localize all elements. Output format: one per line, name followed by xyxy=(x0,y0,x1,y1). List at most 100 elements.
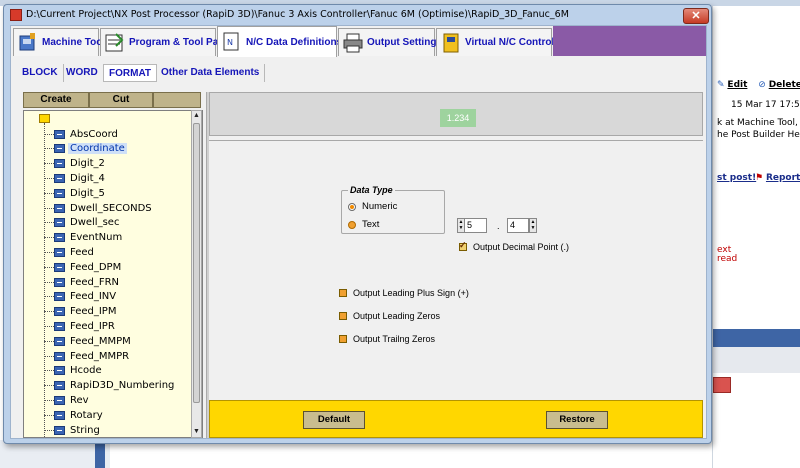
numeric-radio-row[interactable]: Numeric xyxy=(348,201,397,212)
format-node-icon xyxy=(54,144,65,154)
title-bar[interactable]: D:\Current Project\NX Post Processor (Ra… xyxy=(4,5,711,25)
tree-item[interactable]: Rotary xyxy=(44,408,105,422)
background-grey-band xyxy=(713,347,800,373)
subtab-other-data-elements[interactable]: Other Data Elements xyxy=(156,64,266,82)
default-button[interactable]: Default xyxy=(303,411,365,429)
numeric-radio[interactable] xyxy=(348,202,356,211)
close-button[interactable]: ✕ xyxy=(683,8,709,24)
tree-item[interactable]: Coordinate xyxy=(44,142,127,156)
leading-plus-checkbox[interactable] xyxy=(339,289,347,297)
format-tree[interactable]: AbsCoord Coordinate Digit_2 Digit_4 Digit_5 D… xyxy=(23,110,203,438)
text-radio[interactable] xyxy=(348,220,356,229)
tree-item-label: EventNum xyxy=(70,232,123,244)
tree-item[interactable]: Feed_MMPM xyxy=(44,334,133,348)
tree-item[interactable]: AbsCoord xyxy=(44,127,120,141)
output-decimal-point-label: Output Decimal Point (.) xyxy=(473,242,570,252)
tab-program-tool-path[interactable]: Program & Tool Path xyxy=(100,28,228,56)
decimal-spin-arrows[interactable]: ▲ ▼ xyxy=(529,218,537,233)
edit-link[interactable]: ✎ Edit ⊘ Delete xyxy=(717,80,800,90)
format-node-icon xyxy=(54,292,65,302)
tab-nc-data-definitions[interactable]: N N/C Data Definitions xyxy=(217,26,342,57)
tab-virtual-nc-controller[interactable]: Virtual N/C Controller xyxy=(436,28,567,56)
tree-item-label: Digit_5 xyxy=(70,187,105,199)
tree-item[interactable]: Feed_IPR xyxy=(44,319,117,333)
tree-item[interactable]: Feed_INV xyxy=(44,290,118,304)
integer-digits-spinner[interactable]: ▲ ▼ 5 xyxy=(457,218,487,233)
tree-item[interactable]: Feed_IPM xyxy=(44,305,118,319)
scroll-thumb[interactable] xyxy=(193,123,200,403)
restore-button[interactable]: Restore xyxy=(546,411,608,429)
leading-plus-row[interactable]: Output Leading Plus Sign (+) xyxy=(339,288,469,298)
tree-item[interactable]: EventNum xyxy=(44,231,124,245)
subtab-block[interactable]: BLOCK xyxy=(17,64,64,82)
output-decimal-point-row[interactable]: Output Decimal Point (.) xyxy=(459,240,570,252)
tree-scrollbar[interactable]: ▲ ▼ xyxy=(191,110,202,438)
machine-tool-icon xyxy=(17,32,39,54)
controller-icon xyxy=(440,32,462,54)
data-type-title: Data Type xyxy=(348,185,395,195)
tree-item[interactable]: Feed xyxy=(44,245,96,259)
integer-digits-value[interactable]: 5 xyxy=(465,218,487,233)
window-client-area: Machine Tool Program & Tool Path N N/C D… xyxy=(10,25,707,439)
subtab-word[interactable]: WORD xyxy=(61,64,104,82)
format-preview-value: 1.234 xyxy=(440,109,476,127)
tree-item[interactable]: Feed_MMPR xyxy=(44,349,131,363)
tree-item[interactable]: Digit_4 xyxy=(44,171,107,185)
post-text-line1: k at Machine Tool, xyxy=(717,118,798,128)
tree-branch-line xyxy=(44,414,54,416)
tree-item-label: Feed_MMPR xyxy=(70,350,130,362)
output-decimal-point-checkbox[interactable] xyxy=(459,240,467,251)
tree-branch-line xyxy=(44,192,54,194)
integer-spin-arrows[interactable]: ▲ ▼ xyxy=(457,218,465,233)
trailing-zeros-checkbox[interactable] xyxy=(339,335,347,343)
background-red-button[interactable] xyxy=(713,377,731,393)
post-date: 15 Mar 17 17:53 xyxy=(731,100,800,110)
text-radio-row[interactable]: Text xyxy=(348,219,379,230)
quote-post-link[interactable]: st post! xyxy=(717,173,756,183)
tree-item-label: Feed_MMPM xyxy=(70,335,131,347)
app-icon xyxy=(10,9,22,21)
create-button[interactable]: Create xyxy=(23,92,89,108)
post-builder-window: D:\Current Project\NX Post Processor (Ra… xyxy=(3,4,712,444)
scroll-up-icon[interactable]: ▲ xyxy=(192,111,201,121)
tab-machine-tool[interactable]: Machine Tool xyxy=(13,28,105,56)
red-text-2: read xyxy=(717,254,738,264)
tree-item[interactable]: Feed_DPM xyxy=(44,260,123,274)
leading-zeros-checkbox[interactable] xyxy=(339,312,347,320)
report-link[interactable]: ⚑ Report xyxy=(755,173,800,183)
tree-item[interactable]: Dwell_sec xyxy=(44,216,121,230)
tree-item[interactable]: Digit_2 xyxy=(44,157,107,171)
subtab-format[interactable]: FORMAT xyxy=(103,64,158,82)
format-node-icon xyxy=(54,173,65,183)
action-footer: Default Restore xyxy=(209,400,703,438)
leading-zeros-row[interactable]: Output Leading Zeros xyxy=(339,311,440,321)
tree-item[interactable]: Digit_5 xyxy=(44,186,107,200)
tree-branch-line xyxy=(44,311,54,313)
trailing-zeros-row[interactable]: Output Trailng Zeros xyxy=(339,334,435,344)
delete-icon: ⊘ xyxy=(758,80,766,90)
flag-icon: ⚑ xyxy=(755,173,764,183)
tree-item[interactable]: RapiD3D_Numbering xyxy=(44,379,176,393)
tree-item-label: Feed_IPR xyxy=(70,320,115,332)
tree-item[interactable]: Feed_FRN xyxy=(44,275,121,289)
tree-branch-line xyxy=(44,251,54,253)
tree-item[interactable]: String xyxy=(44,423,102,437)
tree-item-label: Feed xyxy=(70,246,94,258)
printer-icon xyxy=(342,32,364,54)
tree-item-label: Feed_FRN xyxy=(70,276,120,288)
tab-output-settings[interactable]: Output Settings xyxy=(338,28,442,56)
tree-branch-line xyxy=(44,355,54,357)
tree-item[interactable]: Hcode xyxy=(44,364,104,378)
tree-item[interactable]: Dwell_SECONDS xyxy=(44,201,154,215)
text-label: Text xyxy=(362,219,380,230)
tree-item-label: Coordinate xyxy=(68,143,127,155)
decimal-digits-spinner[interactable]: 4 ▲ ▼ xyxy=(507,218,537,233)
tree-item-label: Feed_IPM xyxy=(70,306,117,318)
cut-button[interactable]: Cut xyxy=(89,92,153,108)
tree-branch-line xyxy=(44,133,54,135)
format-node-icon xyxy=(54,336,65,346)
tree-item[interactable]: Rev xyxy=(44,393,91,407)
decimal-digits-value[interactable]: 4 xyxy=(507,218,529,233)
delete-link[interactable]: Delete xyxy=(769,80,800,90)
scroll-down-icon[interactable]: ▼ xyxy=(192,427,201,437)
